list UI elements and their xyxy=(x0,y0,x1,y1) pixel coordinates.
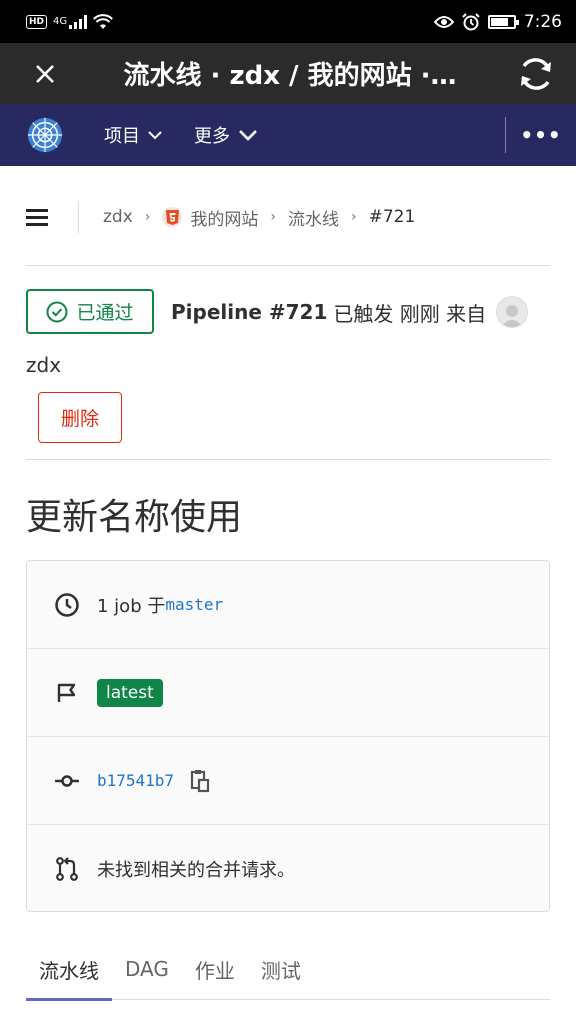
commit-sha-link[interactable]: b17541b7 xyxy=(97,771,174,790)
merge-request-icon xyxy=(53,855,81,883)
eye-icon xyxy=(433,15,454,28)
divider xyxy=(26,265,550,266)
refresh-icon xyxy=(521,57,551,90)
chevron-down-icon xyxy=(239,130,257,141)
pipeline-tabs: 流水线 DAG 作业 测试 xyxy=(26,938,550,1001)
signal-icon xyxy=(69,14,88,29)
breadcrumb-project-label: 我的网站 xyxy=(190,209,259,230)
commit-row: b17541b7 xyxy=(27,737,549,825)
breadcrumb-pipelines[interactable]: 流水线 xyxy=(288,205,339,230)
pipeline-id: Pipeline #721 xyxy=(171,300,328,324)
tab-dag[interactable]: DAG xyxy=(112,938,182,1000)
tab-tests[interactable]: 测试 xyxy=(248,938,314,1000)
tag-row: latest xyxy=(27,649,549,737)
pipeline-info: Pipeline #721 已触发 刚刚 来自 xyxy=(171,292,529,332)
chevron-right-icon: › xyxy=(144,209,151,225)
user-icon xyxy=(501,305,524,327)
nav-overflow-button[interactable]: ••• xyxy=(506,123,576,147)
breadcrumb-group[interactable]: zdx xyxy=(103,207,133,227)
status-left: HD 4G xyxy=(26,13,114,30)
commit-icon xyxy=(53,767,81,795)
close-icon xyxy=(36,64,54,83)
delete-button[interactable]: 删除 xyxy=(38,392,122,443)
pipeline-user[interactable]: zdx xyxy=(26,353,61,377)
tab-pipeline[interactable]: 流水线 xyxy=(26,938,112,1001)
breadcrumb-current[interactable]: #721 xyxy=(369,207,416,227)
pipeline-info-card: 1 job 于 master latest b17541b7 未找到相关的合并请… xyxy=(26,560,550,912)
chevron-right-icon: › xyxy=(270,209,276,225)
flag-icon xyxy=(53,679,81,707)
status-label: 已通过 xyxy=(76,302,134,324)
status-bar: HD 4G 7:26 xyxy=(0,0,576,43)
copy-icon[interactable] xyxy=(190,769,210,793)
browser-title: 流水线 · zdx / 我的网站 ·… xyxy=(123,61,457,91)
avatar[interactable] xyxy=(496,296,529,328)
breadcrumb: zdx › 我的网站 › 流水线 › #721 xyxy=(26,196,550,238)
divider xyxy=(26,459,550,460)
merge-request-row: 未找到相关的合并请求。 xyxy=(27,825,549,913)
latest-badge[interactable]: latest xyxy=(97,678,163,707)
chevron-right-icon: › xyxy=(351,209,357,225)
html5-icon xyxy=(162,207,183,227)
network-label: 4G xyxy=(53,16,68,27)
jobs-text: 1 job 于 xyxy=(97,595,166,617)
status-badge[interactable]: 已通过 xyxy=(26,289,154,334)
sidebar-toggle-icon[interactable] xyxy=(26,208,54,226)
close-button[interactable] xyxy=(0,43,90,104)
nav-projects-label: 项目 xyxy=(104,126,140,147)
nav-more-label: 更多 xyxy=(194,126,230,147)
alarm-icon xyxy=(462,12,480,30)
clock: 7:26 xyxy=(523,11,562,32)
page-title: 更新名称使用 xyxy=(26,497,243,538)
browser-title-bar: 流水线 · zdx / 我的网站 ·… xyxy=(0,43,576,104)
wifi-icon xyxy=(93,13,114,29)
check-circle-icon xyxy=(46,301,68,322)
nav-projects[interactable]: 项目 xyxy=(104,122,162,148)
breadcrumb-divider xyxy=(78,201,79,233)
battery-icon xyxy=(487,14,519,29)
gitlab-logo-icon[interactable] xyxy=(26,116,64,154)
hd-badge: HD xyxy=(26,14,48,29)
tab-jobs[interactable]: 作业 xyxy=(182,938,248,1000)
chevron-down-icon xyxy=(148,131,162,140)
branch-link[interactable]: master xyxy=(165,595,223,614)
merge-request-text: 未找到相关的合并请求。 xyxy=(97,860,295,881)
top-navbar: 项目 更多 ••• xyxy=(0,104,576,166)
refresh-button[interactable] xyxy=(496,43,576,104)
pipeline-triggered-text: 已触发 刚刚 来自 xyxy=(333,301,487,326)
status-right: 7:26 xyxy=(433,11,562,32)
clock-icon xyxy=(53,591,81,619)
jobs-row: 1 job 于 master xyxy=(27,561,549,649)
nav-more[interactable]: 更多 xyxy=(194,122,258,148)
breadcrumb-project[interactable]: 我的网站 xyxy=(162,205,258,230)
